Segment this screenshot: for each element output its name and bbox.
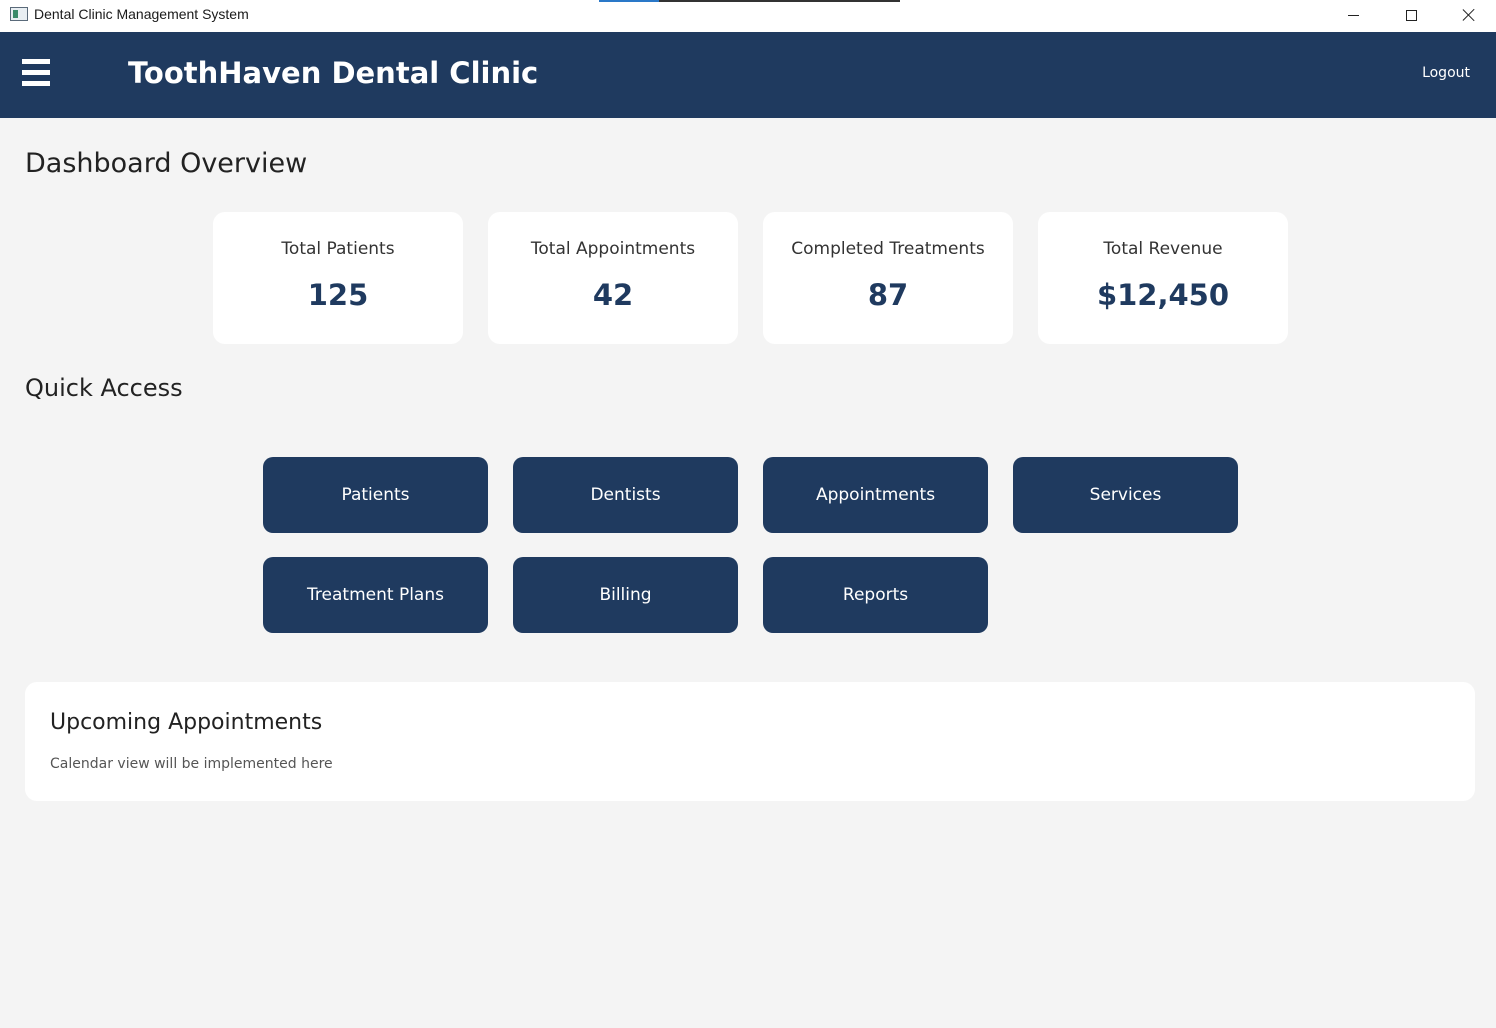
stat-label: Total Revenue <box>1103 239 1223 259</box>
patients-button[interactable]: Patients <box>263 457 488 533</box>
stat-label: Total Appointments <box>530 239 696 259</box>
stat-card-completed-treatments: Completed Treatments 87 <box>763 212 1013 344</box>
clinic-name: ToothHaven Dental Clinic <box>128 56 539 90</box>
stat-value: 87 <box>867 278 909 312</box>
stat-card-total-appointments: Total Appointments 42 <box>488 212 738 344</box>
quick-access-title: Quick Access <box>25 374 183 402</box>
stat-card-total-revenue: Total Revenue $12,450 <box>1038 212 1288 344</box>
minimize-button[interactable] <box>1324 0 1382 30</box>
upcoming-appointments-card: Upcoming Appointments Calendar view will… <box>25 682 1475 801</box>
app-icon <box>10 7 28 21</box>
treatment-plans-button[interactable]: Treatment Plans <box>263 557 488 633</box>
titlebar-progress-strip <box>599 0 900 2</box>
dentists-button[interactable]: Dentists <box>513 457 738 533</box>
stat-label: Completed Treatments <box>791 239 985 259</box>
maximize-button[interactable] <box>1382 0 1440 30</box>
reports-button[interactable]: Reports <box>763 557 988 633</box>
stat-label: Total Patients <box>281 239 395 259</box>
app-header: ToothHaven Dental Clinic Logout <box>0 32 1496 118</box>
close-button[interactable] <box>1440 0 1496 30</box>
appointments-button[interactable]: Appointments <box>763 457 988 533</box>
main-content: Dashboard Overview Total Patients 125 To… <box>0 118 1496 1028</box>
calendar-placeholder-text: Calendar view will be implemented here <box>50 756 333 772</box>
stat-value: 125 <box>307 278 369 312</box>
upcoming-appointments-title: Upcoming Appointments <box>50 710 323 735</box>
stat-value: $12,450 <box>1096 278 1230 312</box>
logout-button[interactable]: Logout <box>1398 65 1470 81</box>
dashboard-title: Dashboard Overview <box>25 148 308 179</box>
minimize-icon <box>1347 14 1359 16</box>
hamburger-menu-icon[interactable] <box>22 59 50 89</box>
window-title: Dental Clinic Management System <box>34 6 249 22</box>
titlebar-progress-accent <box>599 0 659 2</box>
maximize-icon <box>1405 9 1417 21</box>
stat-value: 42 <box>592 278 634 312</box>
window-titlebar: Dental Clinic Management System <box>0 0 1496 32</box>
services-button[interactable]: Services <box>1013 457 1238 533</box>
billing-button[interactable]: Billing <box>513 557 738 633</box>
stat-card-total-patients: Total Patients 125 <box>213 212 463 344</box>
close-icon <box>1462 8 1476 22</box>
